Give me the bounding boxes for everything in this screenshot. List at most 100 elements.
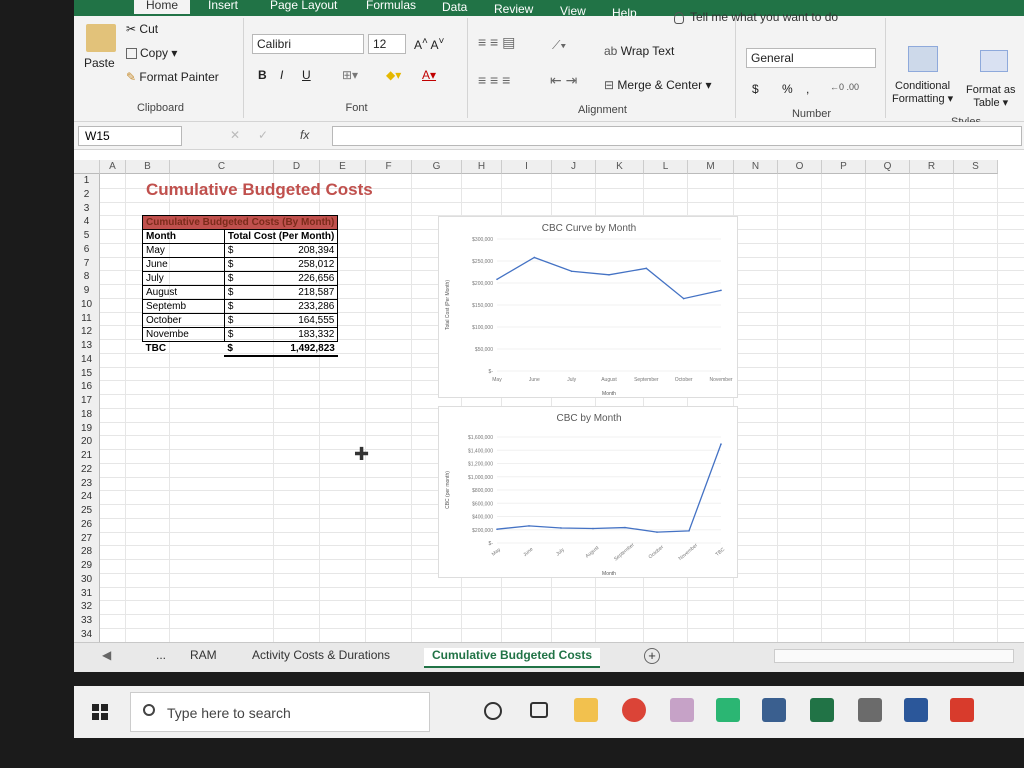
currency-cell[interactable]: $ — [223, 313, 285, 328]
row-header[interactable]: 6 — [74, 242, 100, 257]
month-cell[interactable]: August — [142, 285, 225, 300]
enter-icon[interactable]: ✓ — [258, 128, 268, 142]
row-header[interactable]: 20 — [74, 435, 100, 449]
project-icon[interactable] — [762, 698, 786, 722]
borders-icon[interactable]: ⊞▾ — [342, 68, 358, 82]
align-left-icon[interactable]: ≡ ≡ ≡ — [478, 72, 510, 88]
column-header[interactable]: M — [688, 160, 734, 174]
acrobat-icon[interactable] — [950, 698, 974, 722]
row-header[interactable]: 12 — [74, 325, 100, 339]
insert-function-button[interactable]: fx — [300, 128, 309, 142]
add-sheet-button[interactable]: + — [644, 648, 660, 664]
cancel-icon[interactable]: ✕ — [230, 128, 240, 142]
column-header[interactable]: H — [462, 160, 502, 174]
column-header[interactable]: L — [644, 160, 688, 174]
prev-sheet-icon[interactable]: ◀ — [102, 648, 111, 662]
number-format-select[interactable]: General — [746, 48, 876, 68]
currency-button[interactable]: $ — [752, 82, 759, 96]
row-header[interactable]: 28 — [74, 545, 100, 559]
row-header[interactable]: 27 — [74, 531, 100, 546]
conditional-formatting-button[interactable]: Conditional Formatting ▾ — [892, 80, 953, 105]
horizontal-scrollbar[interactable] — [774, 649, 1014, 663]
row-header[interactable]: 15 — [74, 366, 100, 381]
column-header[interactable]: R — [910, 160, 954, 174]
month-cell[interactable]: July — [142, 271, 225, 286]
underline-button[interactable]: U — [302, 68, 311, 82]
row-header[interactable]: 19 — [74, 421, 100, 436]
column-header[interactable]: K — [596, 160, 644, 174]
formula-input[interactable] — [332, 126, 1022, 146]
currency-cell[interactable]: $ — [223, 243, 285, 258]
row-header[interactable]: 22 — [74, 462, 100, 477]
column-header[interactable]: D — [274, 160, 320, 174]
column-header[interactable]: F — [366, 160, 412, 174]
row-header[interactable]: 16 — [74, 380, 100, 394]
row-header[interactable]: 33 — [74, 614, 100, 628]
word-icon[interactable] — [904, 698, 928, 722]
orientation-icon[interactable]: ⟋▾ — [552, 38, 566, 53]
cut-button[interactable]: ✂ Cut — [126, 22, 158, 36]
currency-cell[interactable]: $ — [223, 257, 285, 272]
row-header[interactable]: 32 — [74, 600, 100, 614]
row-header[interactable]: 26 — [74, 517, 100, 532]
row-header[interactable]: 8 — [74, 270, 100, 284]
column-header[interactable]: G — [412, 160, 462, 174]
comma-button[interactable]: , — [806, 82, 809, 96]
fill-color-icon[interactable]: ◆▾ — [386, 68, 401, 82]
sheet-tab-cumulative-costs[interactable]: Cumulative Budgeted Costs — [424, 648, 601, 668]
row-header[interactable]: 18 — [74, 407, 100, 422]
paste-button[interactable]: Paste — [84, 56, 115, 70]
windows-start-icon[interactable] — [92, 704, 108, 720]
row-header[interactable]: 14 — [74, 352, 100, 367]
currency-cell[interactable]: $ — [223, 271, 285, 286]
currency-cell[interactable]: $ — [223, 285, 285, 300]
font-color-icon[interactable]: A▾ — [422, 68, 436, 82]
column-header[interactable]: O — [778, 160, 822, 174]
month-cell[interactable]: May — [142, 243, 225, 258]
column-header[interactable]: I — [502, 160, 552, 174]
row-header[interactable]: 3 — [74, 201, 100, 216]
tab-page-layout[interactable]: Page Layout — [270, 0, 337, 12]
row-header[interactable]: 24 — [74, 490, 100, 504]
column-header[interactable]: S — [954, 160, 998, 174]
conditional-formatting-icon[interactable] — [908, 46, 938, 72]
cbc-curve-chart[interactable]: CBC Curve by Month $300,000 $250,000 $200,0… — [438, 216, 738, 398]
select-all-corner[interactable] — [74, 160, 100, 174]
chrome-icon[interactable] — [622, 698, 646, 722]
percent-button[interactable]: % — [782, 82, 793, 96]
total-label-cell[interactable]: TBC — [143, 342, 225, 356]
worksheet-grid[interactable]: ABCDEFGHIJKLMNOPQRS 1 2 3 4 5 6 7 8 9 10 11 12 13 14 1… — [74, 160, 1024, 642]
tab-data[interactable]: Data — [442, 0, 467, 14]
month-cell[interactable]: June — [142, 257, 225, 272]
format-as-table-button[interactable]: Format as Table ▾ — [966, 84, 1016, 109]
month-cell[interactable]: Septemb — [142, 299, 225, 314]
more-sheets-button[interactable]: ... — [156, 648, 166, 662]
indent-icon[interactable]: ⇤ ⇥ — [550, 72, 577, 89]
column-header[interactable]: Q — [866, 160, 910, 174]
column-header[interactable]: A — [100, 160, 126, 174]
row-header[interactable]: 17 — [74, 394, 100, 408]
name-box[interactable]: W15 — [78, 126, 182, 146]
italic-button[interactable]: I — [280, 68, 283, 82]
tab-formulas[interactable]: Formulas — [366, 0, 416, 12]
column-header[interactable]: J — [552, 160, 596, 174]
snipping-tool-icon[interactable] — [670, 698, 694, 722]
row-header[interactable]: 23 — [74, 476, 100, 491]
currency-cell[interactable]: $ — [223, 327, 285, 342]
format-as-table-icon[interactable] — [980, 50, 1008, 72]
sheet-tab-ram[interactable]: RAM — [190, 648, 217, 662]
tab-home[interactable]: Home — [134, 0, 191, 14]
row-header[interactable]: 1 — [74, 174, 100, 188]
row-header[interactable]: 4 — [74, 215, 100, 229]
row-header[interactable]: 21 — [74, 449, 100, 463]
calculator-icon[interactable] — [858, 698, 882, 722]
excel-taskbar-icon[interactable] — [810, 698, 834, 722]
decimal-icon[interactable]: ←0 .00 — [830, 82, 859, 92]
month-cell[interactable]: October — [142, 313, 225, 328]
cost-cell[interactable]: 208,394 — [284, 243, 339, 258]
cbc-by-month-chart[interactable]: CBC by Month $1,600,000 $1,400,000 $1,200,0… — [438, 406, 738, 578]
row-header[interactable]: 11 — [74, 311, 100, 326]
cortana-icon[interactable] — [484, 702, 502, 720]
row-header[interactable]: 7 — [74, 256, 100, 271]
month-column-header[interactable]: Month — [142, 229, 225, 244]
